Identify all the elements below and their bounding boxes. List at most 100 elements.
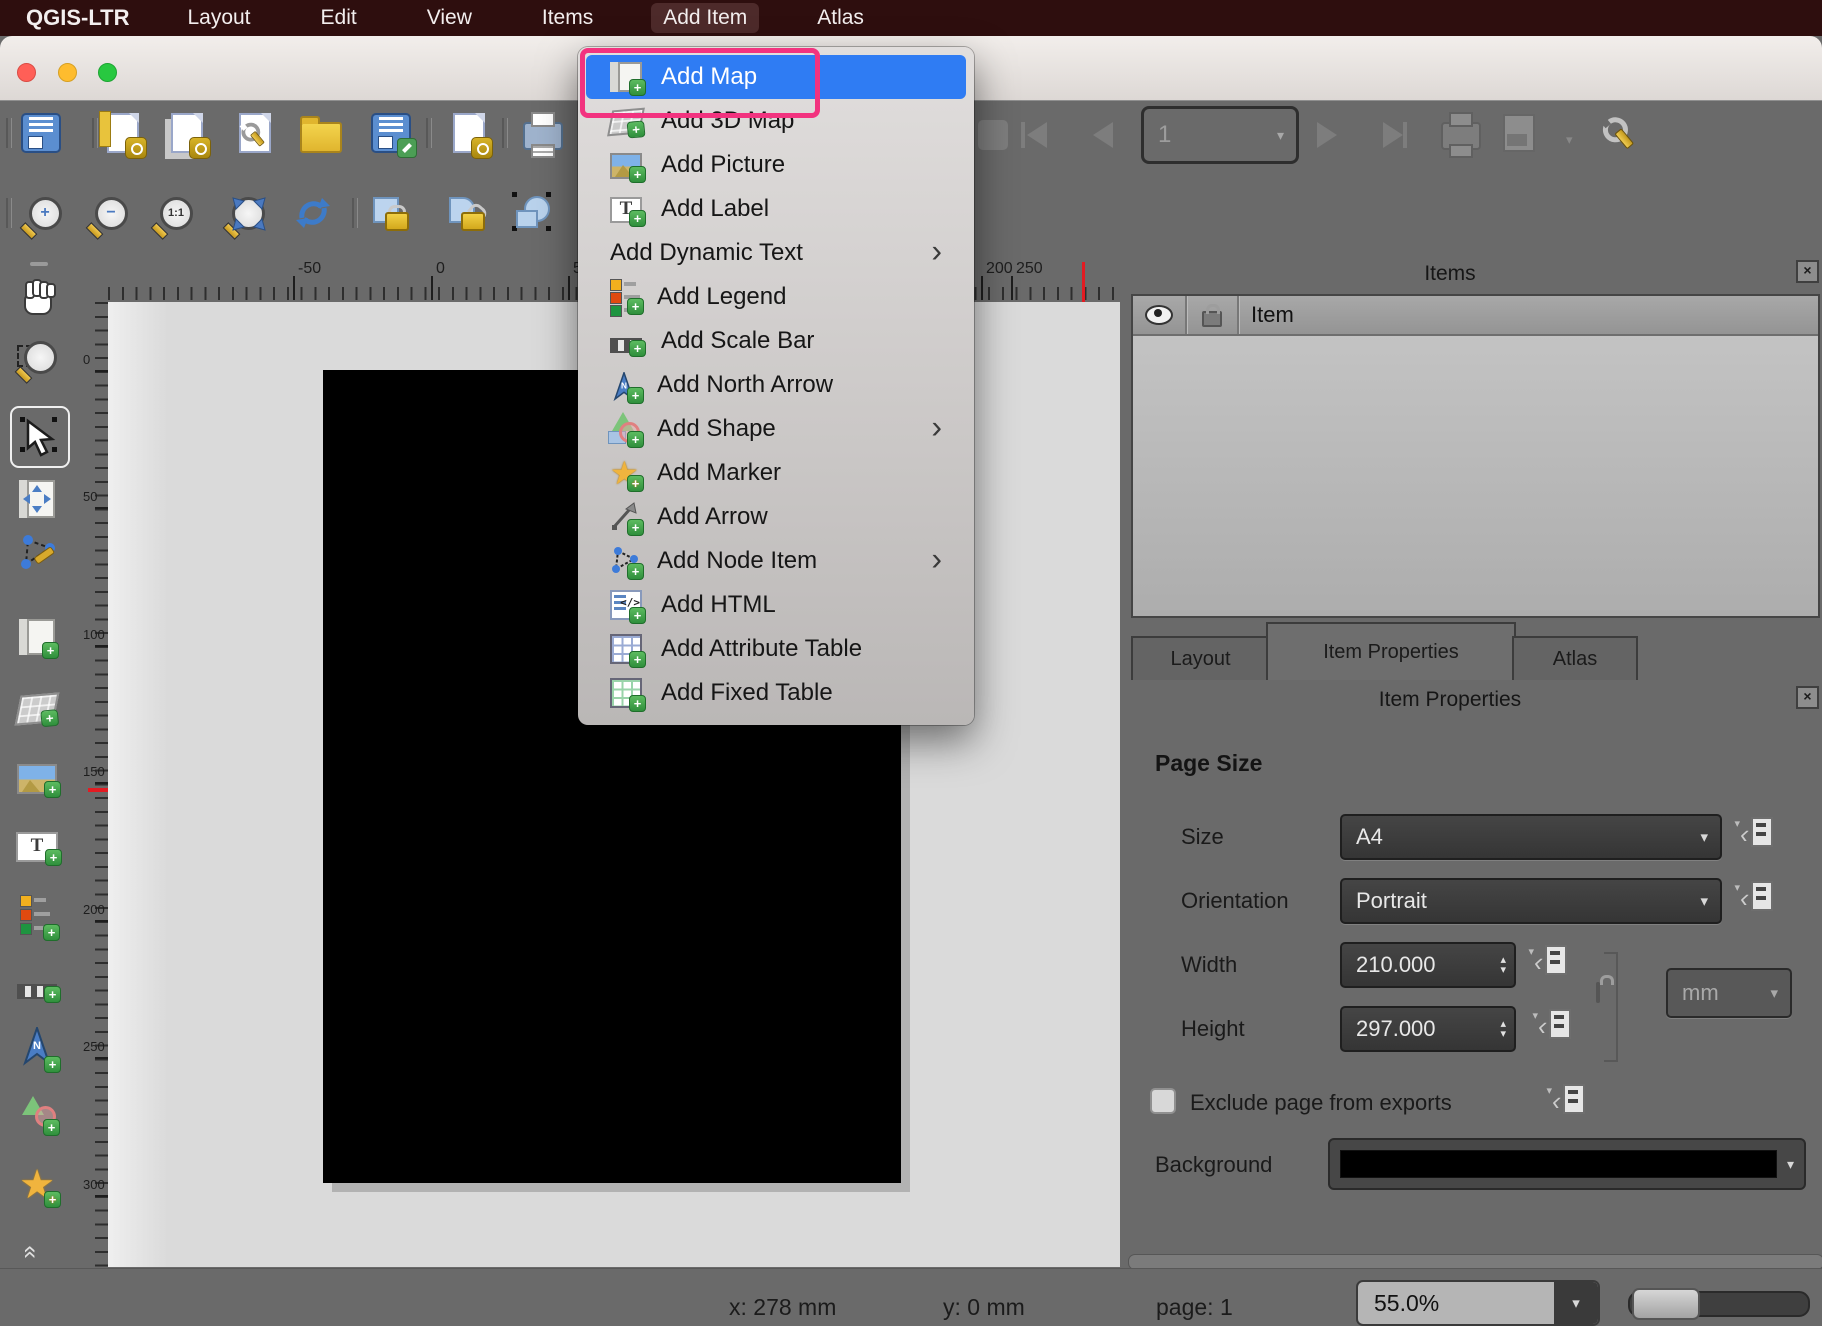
menu-item-label: Add Shape	[657, 415, 776, 442]
print-atlas-button[interactable]	[1436, 108, 1486, 158]
add-map-icon: +	[19, 619, 59, 659]
add-scale-bar-tool-button[interactable]: +	[12, 962, 62, 1012]
zoom-level-combo[interactable]: 55.0% ▾	[1356, 1280, 1600, 1326]
menu-item-add-picture[interactable]: + Add Picture	[586, 143, 966, 187]
exclude-page-checkbox[interactable]	[1150, 1088, 1176, 1114]
add-north-arrow-tool-button[interactable]: N +	[12, 1022, 62, 1073]
menu-item-add-attribute-table[interactable]: + Add Attribute Table	[586, 627, 966, 671]
refresh-view-button[interactable]	[288, 188, 338, 238]
lock-column-header[interactable]	[1187, 303, 1237, 327]
menu-item-add-dynamic-text[interactable]: Add Dynamic Text ›	[586, 231, 966, 275]
menu-item-add-scale-bar[interactable]: + Add Scale Bar	[586, 319, 966, 363]
width-spinbox[interactable]: 210.000 ▴ ▾	[1340, 942, 1516, 988]
size-combo[interactable]: A4 ▾	[1340, 814, 1722, 860]
atlas-next-feature-button[interactable]	[1302, 110, 1352, 160]
zoom-full-button[interactable]	[223, 188, 273, 238]
zoom-in-button[interactable]: +	[20, 188, 70, 238]
background-color-button[interactable]: ▾	[1328, 1138, 1806, 1190]
save-as-template-button[interactable]	[444, 108, 494, 159]
v-ruler-label: 0	[83, 352, 91, 367]
zoom-actual-button[interactable]: 1:1	[151, 188, 201, 238]
items-panel-close-icon[interactable]: ×	[1796, 260, 1819, 283]
atlas-settings-wrench-icon	[1596, 106, 1647, 157]
menu-item-add-shape[interactable]: + Add Shape ›	[586, 407, 966, 451]
atlas-previous-feature-button[interactable]	[1078, 110, 1128, 160]
unlock-all-items-button[interactable]	[442, 188, 492, 238]
edit-nodes-tool-button[interactable]	[12, 528, 62, 578]
item-properties-close-icon[interactable]: ×	[1796, 686, 1819, 709]
zoom-out-button[interactable]: −	[86, 188, 136, 238]
open-folder-button[interactable]	[296, 108, 346, 158]
add-label-tool-button[interactable]: T +	[12, 822, 62, 872]
add-shape-tool-button[interactable]: +	[12, 1090, 62, 1140]
edit-nodes-icon	[21, 535, 55, 569]
print-button[interactable]	[518, 108, 568, 158]
zoom-combo-arrow-button[interactable]: ▾	[1554, 1282, 1598, 1324]
menu-item-label: Add North Arrow	[657, 371, 834, 398]
menu-item-add-fixed-table[interactable]: + Add Fixed Table	[586, 671, 966, 715]
chevron-down-icon: ▾	[1700, 893, 1708, 910]
chevron-down-icon[interactable]: ▾	[1566, 132, 1573, 148]
menubar-item-atlas[interactable]: Atlas	[805, 3, 876, 33]
visibility-column-header[interactable]	[1133, 305, 1185, 325]
menu-item-label: Add Picture	[661, 151, 786, 178]
zoom-region-tool-button[interactable]	[12, 334, 62, 384]
units-combo[interactable]: mm ▾	[1666, 968, 1792, 1018]
spinner-arrows-icon[interactable]: ▴ ▾	[1500, 1019, 1506, 1040]
menubar-item-edit[interactable]: Edit	[309, 3, 369, 33]
menu-item-add-north-arrow[interactable]: N + Add North Arrow	[586, 363, 966, 407]
add-map-tool-button[interactable]: +	[12, 612, 62, 662]
menubar-item-add-item[interactable]: Add Item	[651, 3, 760, 33]
link-lock-icon[interactable]	[1596, 982, 1600, 1003]
menu-item-add-html[interactable]: + Add HTML	[586, 583, 966, 627]
traffic-light-zoom-button[interactable]	[98, 63, 117, 82]
menu-item-add-legend[interactable]: + Add Legend	[586, 275, 966, 319]
add-3d-map-icon: +	[14, 692, 60, 728]
menu-item-add-arrow[interactable]: + Add Arrow	[586, 495, 966, 539]
height-spinbox[interactable]: 297.000 ▴ ▾	[1340, 1006, 1516, 1052]
save-as-button[interactable]	[366, 108, 417, 158]
atlas-last-feature-button[interactable]	[1368, 110, 1418, 160]
item-column-header[interactable]: Item	[1251, 302, 1294, 328]
menu-item-add-label[interactable]: T + Add Label	[586, 187, 966, 231]
save-button[interactable]	[16, 108, 66, 158]
duplicate-layout-icon	[171, 113, 211, 159]
zoom-level-value: 55.0%	[1374, 1289, 1440, 1316]
select-move-item-tool-button-selected[interactable]	[10, 406, 70, 468]
traffic-light-minimize-button[interactable]	[58, 63, 77, 82]
duplicate-layout-button[interactable]	[162, 108, 212, 159]
add-picture-tool-button[interactable]: +	[12, 754, 62, 804]
atlas-page-combo[interactable]: 1 ▾	[1141, 106, 1299, 164]
traffic-light-close-button[interactable]	[17, 63, 36, 82]
tab-atlas[interactable]: Atlas	[1512, 636, 1638, 680]
new-layout-button[interactable]	[98, 108, 148, 159]
menu-item-add-marker[interactable]: ★ + Add Marker	[586, 451, 966, 495]
atlas-settings-button[interactable]	[1596, 106, 1646, 156]
atlas-first-feature-button[interactable]	[1012, 110, 1062, 160]
group-items-button[interactable]	[508, 188, 558, 238]
menubar-item-layout[interactable]: Layout	[175, 3, 262, 33]
items-list[interactable]: Item	[1131, 294, 1820, 618]
menubar-app-name[interactable]: QGIS-LTR	[26, 5, 129, 31]
collapse-toolbar-chevrons[interactable]: «	[17, 1245, 45, 1258]
layout-manager-button[interactable]	[230, 108, 280, 158]
zoom-slider-track[interactable]	[1628, 1288, 1810, 1320]
add-legend-tool-button[interactable]: +	[12, 890, 62, 941]
tab-layout[interactable]: Layout	[1131, 636, 1270, 680]
pan-tool-button[interactable]	[12, 272, 62, 322]
add-3d-map-tool-button[interactable]: +	[12, 684, 62, 734]
menu-item-add-node-item[interactable]: + Add Node Item ›	[586, 539, 966, 583]
lock-selected-items-button[interactable]	[366, 188, 416, 238]
add-marker-tool-button[interactable]: ★ +	[12, 1160, 62, 1210]
menubar-item-items[interactable]: Items	[530, 3, 605, 33]
spinner-arrows-icon[interactable]: ▴ ▾	[1500, 955, 1506, 976]
move-item-content-tool-button[interactable]	[12, 474, 62, 524]
orientation-combo[interactable]: Portrait ▾	[1340, 878, 1722, 924]
export-atlas-button[interactable]	[1494, 108, 1544, 158]
menubar-item-view[interactable]: View	[415, 3, 484, 33]
preview-atlas-button[interactable]	[968, 110, 1018, 160]
add-legend-icon: +	[610, 277, 644, 317]
toolbar-handle[interactable]	[30, 262, 48, 266]
zoom-slider-handle[interactable]	[1632, 1288, 1700, 1320]
tab-item-properties[interactable]: Item Properties	[1266, 622, 1516, 680]
